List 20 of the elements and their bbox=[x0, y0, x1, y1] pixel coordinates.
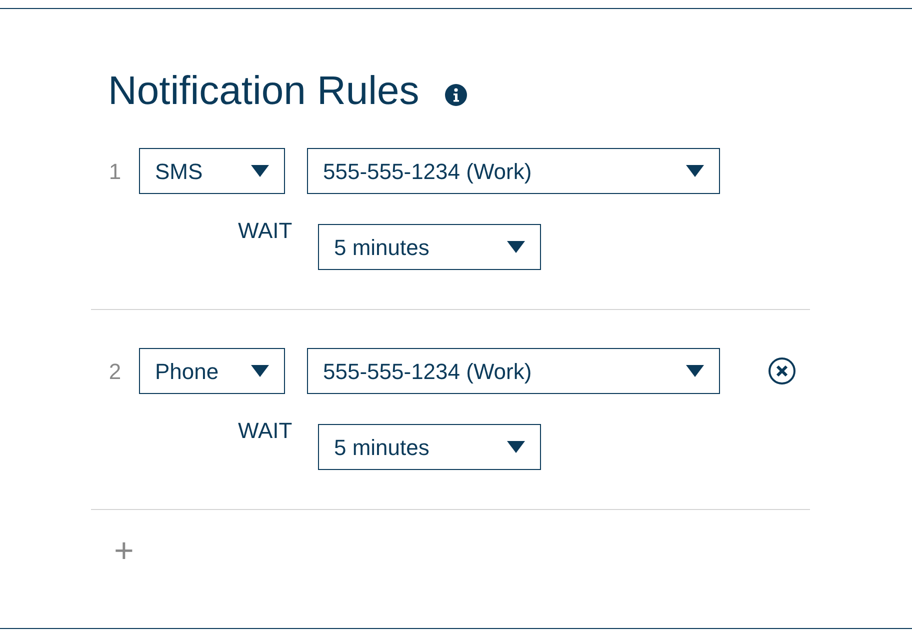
dropdown-arrow-icon bbox=[507, 241, 525, 253]
remove-icon[interactable] bbox=[768, 357, 796, 385]
dropdown-arrow-icon bbox=[251, 165, 269, 177]
wait-label: WAIT bbox=[238, 217, 294, 245]
page-title: Notification Rules bbox=[108, 69, 420, 113]
contact-dropdown[interactable]: 555-555-1234 (Work) bbox=[307, 348, 720, 394]
channel-dropdown[interactable]: SMS bbox=[139, 148, 285, 194]
channel-dropdown[interactable]: Phone bbox=[139, 348, 285, 394]
dropdown-arrow-icon bbox=[507, 441, 525, 453]
dropdown-arrow-icon bbox=[686, 365, 704, 377]
rule-number: 2 bbox=[108, 358, 122, 386]
wait-label: WAIT bbox=[238, 417, 294, 445]
info-icon[interactable] bbox=[445, 84, 468, 106]
dropdown-arrow-icon bbox=[251, 365, 269, 377]
contact-dropdown[interactable]: 555-555-1234 (Work) bbox=[307, 148, 720, 194]
rule-number: 1 bbox=[108, 158, 122, 186]
wait-dropdown[interactable]: 5 minutes bbox=[318, 424, 541, 470]
wait-dropdown[interactable]: 5 minutes bbox=[318, 224, 541, 270]
add-rule-button[interactable]: + bbox=[114, 534, 134, 568]
dropdown-arrow-icon bbox=[686, 165, 704, 177]
